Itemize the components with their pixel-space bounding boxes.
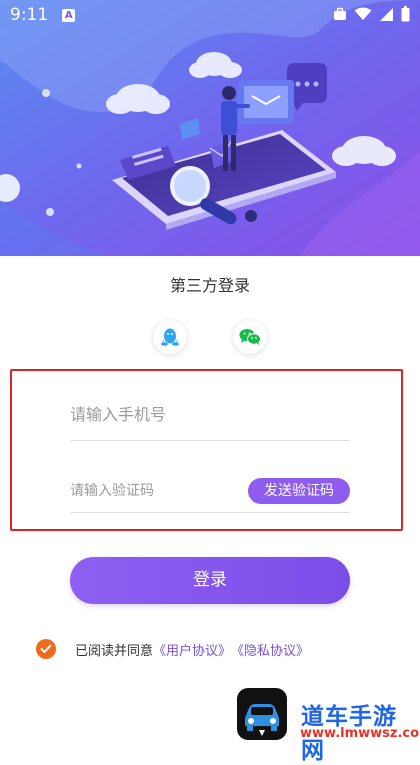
online-office-illustration bbox=[0, 0, 420, 256]
car-logo-icon bbox=[245, 704, 279, 736]
verification-code-field: 发送验证码 bbox=[70, 473, 350, 513]
watermark-url: www.lmwwsz.com bbox=[300, 726, 420, 741]
user-agreement-link[interactable]: 《用户协议》 bbox=[153, 640, 231, 659]
agreement-text: 已阅读并同意 bbox=[75, 643, 154, 659]
battery-icon bbox=[401, 6, 410, 22]
wechat-icon bbox=[239, 329, 261, 346]
verification-code-input[interactable] bbox=[70, 480, 240, 502]
status-bar: 9:11 A bbox=[0, 0, 420, 30]
status-icons bbox=[333, 6, 410, 22]
watermark-logo bbox=[237, 688, 287, 740]
login-button[interactable]: 登录 bbox=[70, 557, 350, 604]
qq-login-button[interactable] bbox=[153, 320, 187, 354]
wifi-icon bbox=[354, 7, 372, 20]
signal-icon bbox=[380, 7, 393, 21]
qq-penguin-icon bbox=[161, 328, 179, 346]
agreement-row: 已阅读并同意 《用户协议》 《隐私协议》 bbox=[36, 639, 309, 659]
wechat-login-button[interactable] bbox=[233, 320, 267, 354]
agreement-checkbox[interactable] bbox=[36, 639, 56, 659]
hero-banner bbox=[0, 0, 420, 256]
status-time: 9:11 bbox=[10, 5, 49, 25]
notification-a-icon: A bbox=[62, 8, 76, 22]
phone-field bbox=[70, 395, 350, 441]
phone-input[interactable] bbox=[70, 402, 340, 426]
briefcase-icon bbox=[334, 7, 346, 20]
privacy-agreement-link[interactable]: 《隐私协议》 bbox=[231, 640, 309, 659]
checkmark-icon bbox=[40, 644, 52, 653]
third-party-login-title: 第三方登录 bbox=[169, 276, 250, 295]
send-code-button[interactable]: 发送验证码 bbox=[248, 478, 350, 504]
